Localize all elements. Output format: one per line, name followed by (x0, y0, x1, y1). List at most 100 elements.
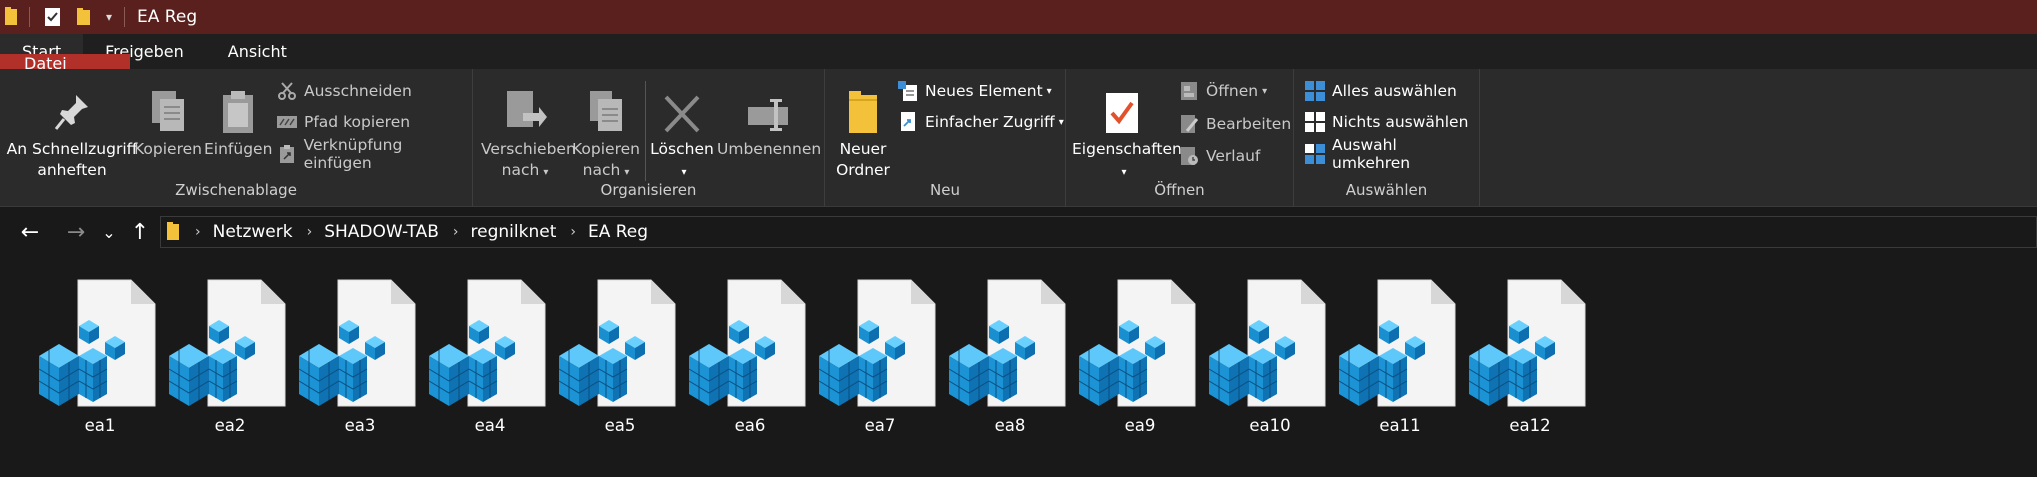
file-name: ea2 (214, 416, 246, 435)
breadcrumb-network[interactable]: Netzwerk (213, 222, 293, 242)
breadcrumb-chevron-icon[interactable]: › (195, 224, 201, 240)
select-all-button[interactable]: Alles auswählen (1304, 78, 1457, 104)
breadcrumb-chevron-icon[interactable]: › (453, 224, 459, 240)
file-item[interactable]: ea1 (35, 278, 165, 435)
file-list: ea1 ea2 ea3 ea4 ea5 ea6 ea7 ea8 ea9 ea10 ea11 ea12 (0, 258, 2037, 477)
copy-button[interactable]: Kopieren (134, 79, 202, 160)
file-item[interactable]: ea5 (555, 278, 685, 435)
folder-icon (5, 7, 17, 25)
easy-access-label: Einfacher Zugriff (925, 113, 1055, 131)
history-button[interactable]: Verlauf (1178, 143, 1260, 169)
organize-separator (645, 81, 646, 181)
copy-to-button[interactable]: Kopieren nach ▾ (569, 79, 643, 183)
new-folder-label-line2: Ordner (836, 161, 890, 179)
move-to-label-line2: nach (501, 161, 540, 179)
properties-button[interactable]: Eigenschaften ▾ (1072, 79, 1182, 183)
group-organize: Verschieben nach ▾ Kopieren nach ▾ Löschen… (473, 69, 825, 207)
file-name: ea4 (474, 416, 506, 435)
breadcrumb-ea-reg[interactable]: EA Reg (588, 222, 648, 242)
invert-selection-label: Auswahl umkehren (1332, 136, 1411, 172)
scissors-icon (278, 82, 296, 100)
tab-view[interactable]: Ansicht (206, 34, 309, 69)
file-name: ea10 (1249, 416, 1291, 435)
breadcrumb-shadow-tab[interactable]: SHADOW-TAB (324, 222, 439, 242)
new-folder-button[interactable]: Neuer Ordner (829, 79, 897, 181)
address-bar[interactable]: › Netzwerk › SHADOW-TAB › regnilknet › E… (160, 216, 2037, 248)
registry-file-icon (685, 278, 815, 413)
copy-label: Kopieren (134, 140, 202, 158)
paste-label: Einfügen (204, 140, 273, 158)
paste-button[interactable]: Einfügen (204, 79, 272, 160)
title-separator-2 (124, 7, 126, 27)
customize-dropdown-icon[interactable]: ▾ (106, 10, 112, 24)
new-folder-icon[interactable] (76, 7, 92, 27)
registry-file-icon (1335, 278, 1465, 413)
delete-button[interactable]: Löschen ▾ (649, 79, 715, 183)
new-folder-big-icon (849, 91, 877, 133)
file-item[interactable]: ea6 (685, 278, 815, 435)
file-item[interactable]: ea11 (1335, 278, 1465, 435)
easy-access-dropdown-icon: ▾ (1058, 116, 1064, 128)
move-to-label-line1: Verschieben (481, 140, 576, 158)
file-name: ea6 (734, 416, 766, 435)
group-new: Neuer Ordner Neues Element ▾ Einfacher Zu… (825, 69, 1066, 207)
file-name: ea5 (604, 416, 636, 435)
file-item[interactable]: ea4 (425, 278, 555, 435)
group-label-open: Öffnen (1154, 181, 1205, 199)
title-bar: ▾ EA Reg (0, 0, 2037, 34)
file-item[interactable]: ea9 (1075, 278, 1205, 435)
recent-locations-chevron-icon[interactable]: ⌄ (98, 223, 120, 242)
edit-button[interactable]: Bearbeiten (1178, 111, 1291, 137)
properties-check-icon[interactable] (44, 7, 62, 27)
rename-icon (748, 99, 788, 131)
file-item[interactable]: ea10 (1205, 278, 1335, 435)
ribbon-tabs: Datei Start Freigeben Ansicht (0, 34, 2037, 73)
paste-shortcut-label: Verknüpfung einfügen (303, 136, 403, 172)
group-clipboard: An Schnellzugriff anheften Kopieren Einf… (0, 69, 473, 207)
breadcrumb-regnilknet[interactable]: regnilknet (471, 222, 557, 242)
forward-arrow-icon[interactable]: → (60, 220, 92, 245)
paste-shortcut-button[interactable]: Verknüpfung einfügen (276, 136, 472, 172)
file-item[interactable]: ea2 (165, 278, 295, 435)
registry-file-icon (815, 278, 945, 413)
registry-file-icon (295, 278, 425, 413)
registry-file-icon (35, 278, 165, 413)
pin-label-line2: anheften (37, 161, 107, 179)
registry-file-icon (1205, 278, 1335, 413)
group-label-new: Neu (930, 181, 960, 199)
file-item[interactable]: ea3 (295, 278, 425, 435)
delete-x-icon (664, 95, 700, 133)
cut-button[interactable]: Ausschneiden (276, 78, 412, 104)
easy-access-button[interactable]: Einfacher Zugriff ▾ (897, 109, 1064, 135)
pin-label-line1: An Schnellzugriff (6, 140, 138, 158)
breadcrumb-chevron-icon[interactable]: › (307, 224, 313, 240)
group-open: Eigenschaften ▾ Öffnen ▾ Bearbeiten Verla… (1066, 69, 1294, 207)
paste-shortcut-icon (279, 145, 294, 163)
file-item[interactable]: ea7 (815, 278, 945, 435)
copy-path-button[interactable]: Pfad kopieren (276, 109, 410, 135)
move-to-button[interactable]: Verschieben nach ▾ (481, 79, 576, 183)
registry-file-icon (1465, 278, 1595, 413)
open-label: Öffnen (1206, 82, 1259, 100)
copy-icon (152, 91, 184, 131)
select-none-button[interactable]: Nichts auswählen (1304, 109, 1468, 135)
invert-selection-button[interactable]: Auswahl umkehren (1304, 136, 1479, 172)
window-title: EA Reg (137, 7, 198, 27)
open-dropdown-icon: ▾ (1262, 85, 1268, 97)
ribbon: An Schnellzugriff anheften Kopieren Einf… (0, 69, 2037, 207)
up-arrow-icon[interactable]: ↑ (124, 220, 156, 245)
select-none-label: Nichts auswählen (1332, 113, 1469, 131)
clipboard-icon (223, 91, 253, 133)
file-item[interactable]: ea8 (945, 278, 1075, 435)
back-arrow-icon[interactable]: ← (14, 220, 46, 245)
pin-icon (54, 95, 88, 130)
file-name: ea3 (344, 416, 376, 435)
pin-quick-access-button[interactable]: An Schnellzugriff anheften (6, 79, 138, 181)
file-name: ea7 (864, 416, 896, 435)
rename-button[interactable]: Umbenennen (717, 79, 821, 160)
breadcrumb-chevron-icon[interactable]: › (570, 224, 576, 240)
file-item[interactable]: ea12 (1465, 278, 1595, 435)
new-item-button[interactable]: Neues Element ▾ (897, 78, 1052, 104)
open-button[interactable]: Öffnen ▾ (1178, 78, 1267, 104)
copy-to-dropdown-icon: ▾ (624, 167, 630, 178)
